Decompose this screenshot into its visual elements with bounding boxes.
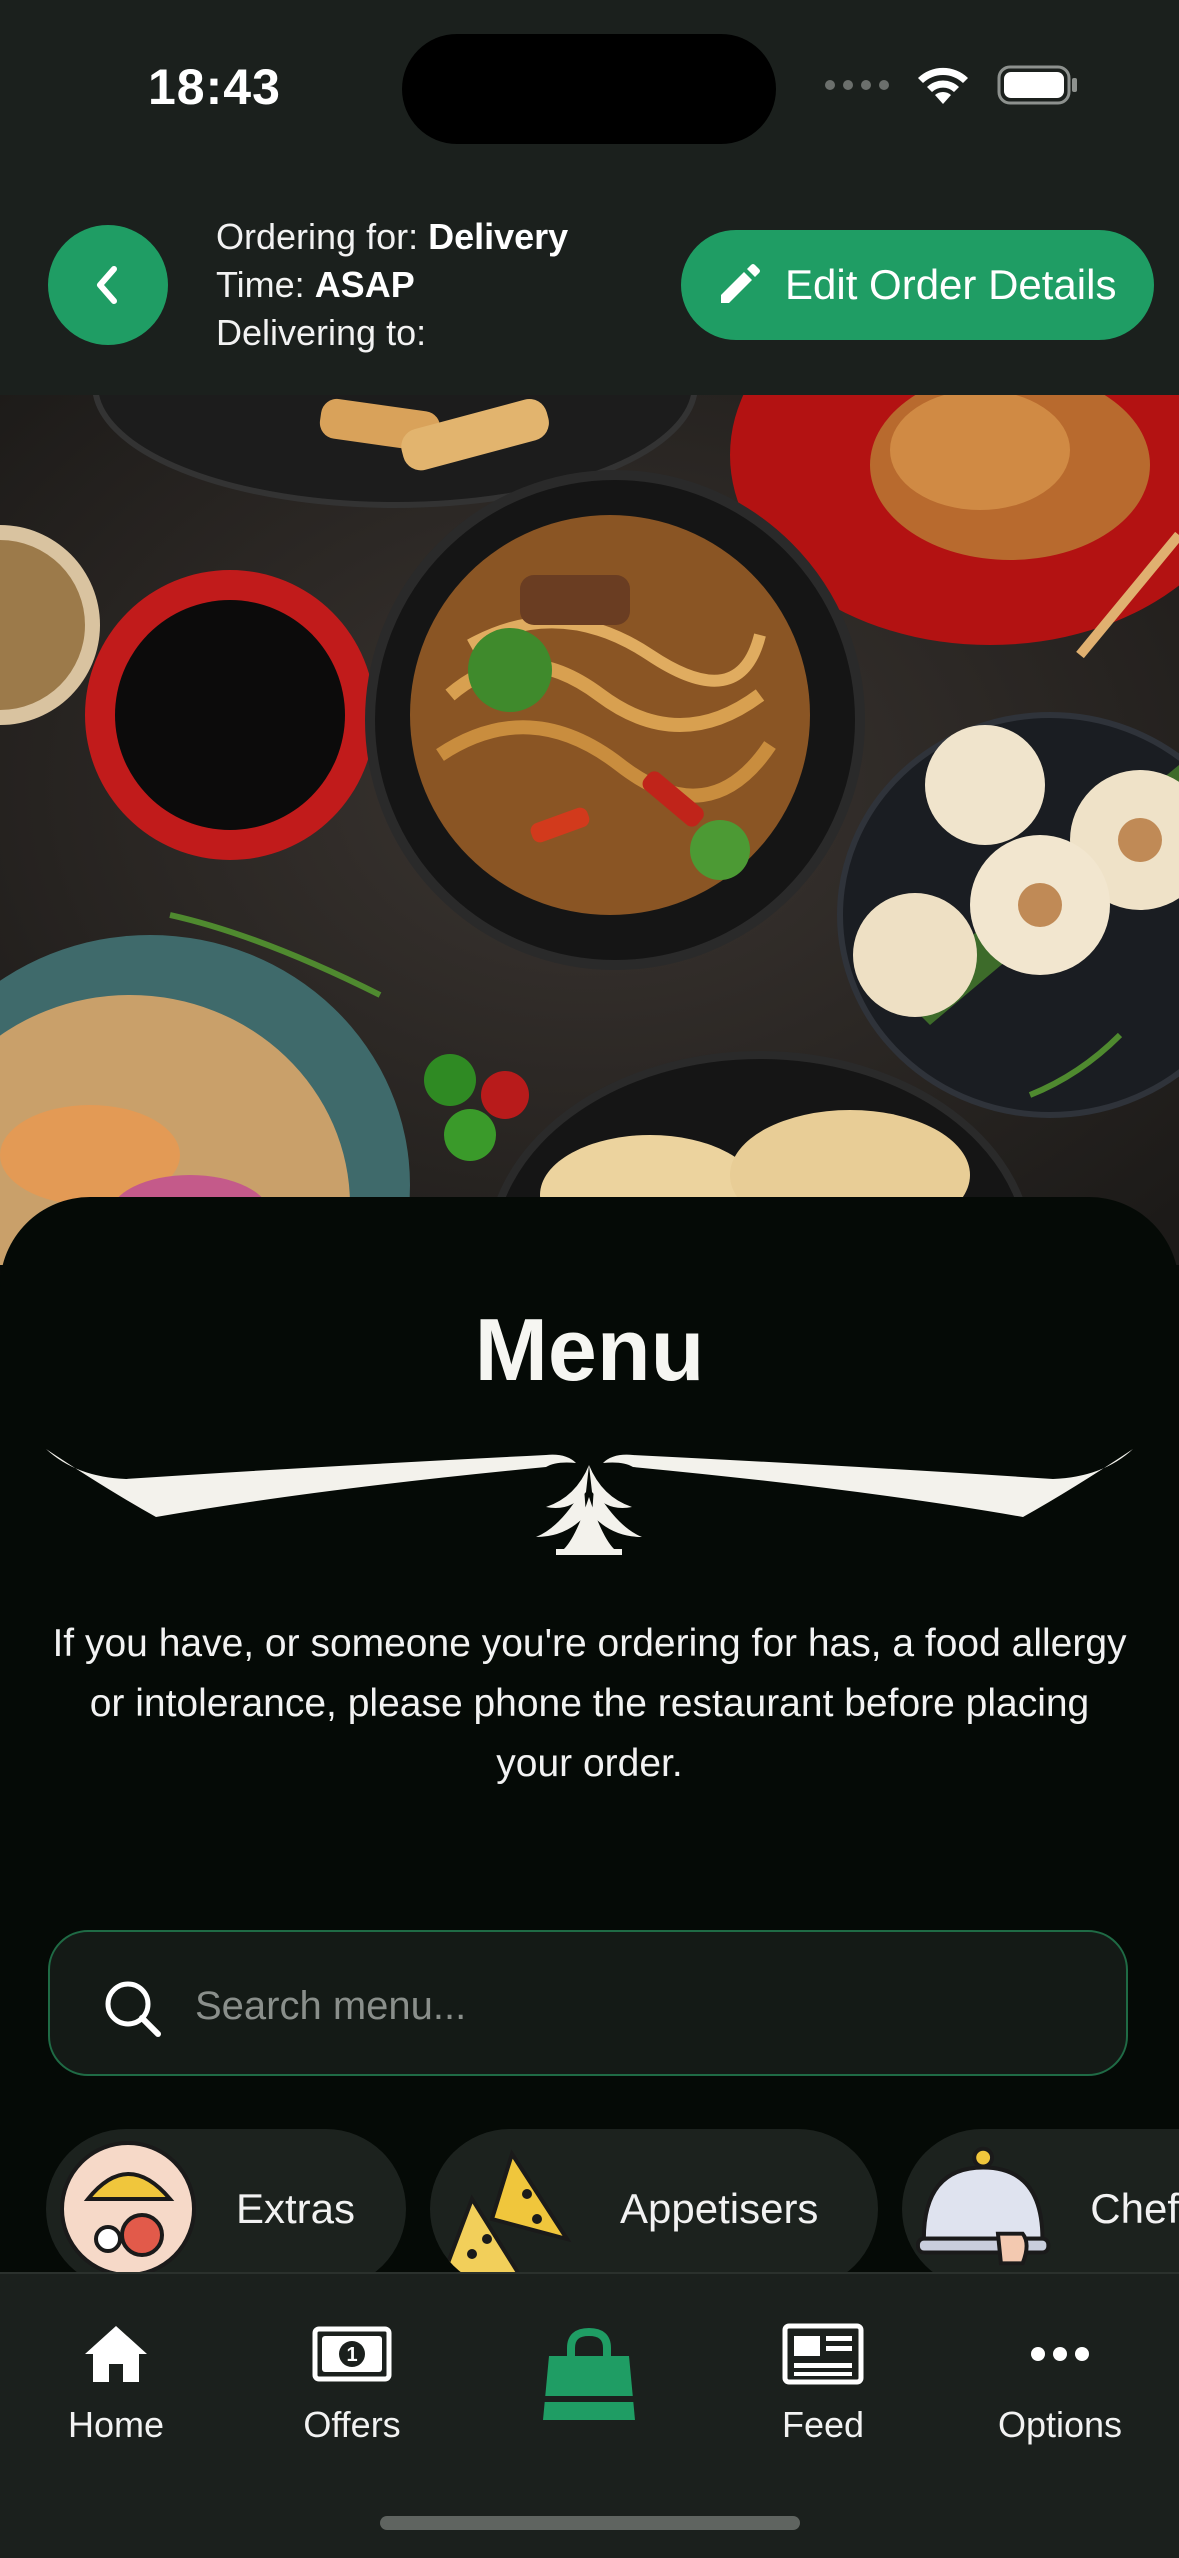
extras-icon (60, 2141, 196, 2277)
menu-title: Menu (474, 1300, 705, 1399)
search-input[interactable] (193, 1962, 1077, 2050)
cloche-icon (915, 2146, 1051, 2266)
home-indicator (380, 2516, 800, 2530)
status-time: 18:43 (148, 59, 281, 115)
ordering-for-line: Ordering for: Delivery (216, 213, 568, 261)
order-header: Ordering for: Delivery Time: ASAP Delive… (0, 180, 1179, 395)
search-box[interactable] (48, 1930, 1128, 2076)
tab-feed[interactable]: Feed (723, 2314, 923, 2446)
battery-icon (997, 65, 1077, 105)
status-icons (825, 64, 1079, 106)
hero-food-image (0, 395, 1179, 1265)
tab-offers[interactable]: 1 Offers (252, 2314, 452, 2446)
tab-home[interactable]: Home (16, 2314, 216, 2446)
tab-options-label: Options (997, 2404, 1123, 2445)
ordering-for-label: Ordering for: (216, 216, 419, 257)
search-icon (105, 1981, 161, 2037)
status-bar: 18:43 (0, 0, 1179, 180)
pencil-icon (721, 264, 760, 303)
category-extras[interactable]: Extras (46, 2129, 406, 2289)
tab-basket[interactable] (489, 2314, 689, 2434)
svg-text:1: 1 (346, 2344, 357, 2366)
banknote-icon: 1 (312, 2326, 392, 2382)
wifi-icon (918, 67, 968, 104)
category-label: Chef (1090, 2185, 1179, 2232)
newspaper-icon (782, 2323, 864, 2385)
category-appetisers[interactable]: Appetisers (430, 2129, 878, 2289)
cellular-signal-icon (825, 80, 889, 90)
category-label: Extras (236, 2185, 356, 2232)
more-icon (1031, 2347, 1089, 2361)
dynamic-island (402, 34, 776, 144)
allergy-notice: If you have, or someone you're ordering … (52, 1622, 1127, 1785)
chevron-left-icon (97, 266, 117, 304)
back-button[interactable] (48, 225, 168, 345)
tab-offers-label: Offers (303, 2404, 401, 2445)
menu-panel: Menu If you have, or someone you're orde… (0, 1197, 1179, 2289)
time-label: Time: (216, 264, 305, 305)
delivering-to-label: Delivering to: (216, 312, 427, 353)
ordering-for-value: Delivery (428, 216, 569, 257)
time-value: ASAP (314, 264, 415, 305)
category-label: Appetisers (620, 2185, 819, 2232)
tab-options[interactable]: Options (960, 2314, 1160, 2446)
edit-order-details-label: Edit Order Details (785, 261, 1117, 308)
order-info: Ordering for: Delivery Time: ASAP Delive… (216, 213, 568, 357)
home-icon (85, 2326, 147, 2382)
tab-feed-label: Feed (781, 2404, 865, 2445)
nachos-icon (442, 2149, 572, 2279)
food-spread-illustration (0, 395, 1179, 1265)
time-line: Time: ASAP (216, 261, 568, 309)
edit-order-details-button[interactable]: Edit Order Details (681, 230, 1154, 340)
ornamental-divider-icon (46, 1449, 1133, 1555)
tab-home-label: Home (67, 2404, 165, 2445)
shopping-bag-icon (543, 2327, 635, 2420)
category-chef[interactable]: Chef (902, 2129, 1179, 2289)
